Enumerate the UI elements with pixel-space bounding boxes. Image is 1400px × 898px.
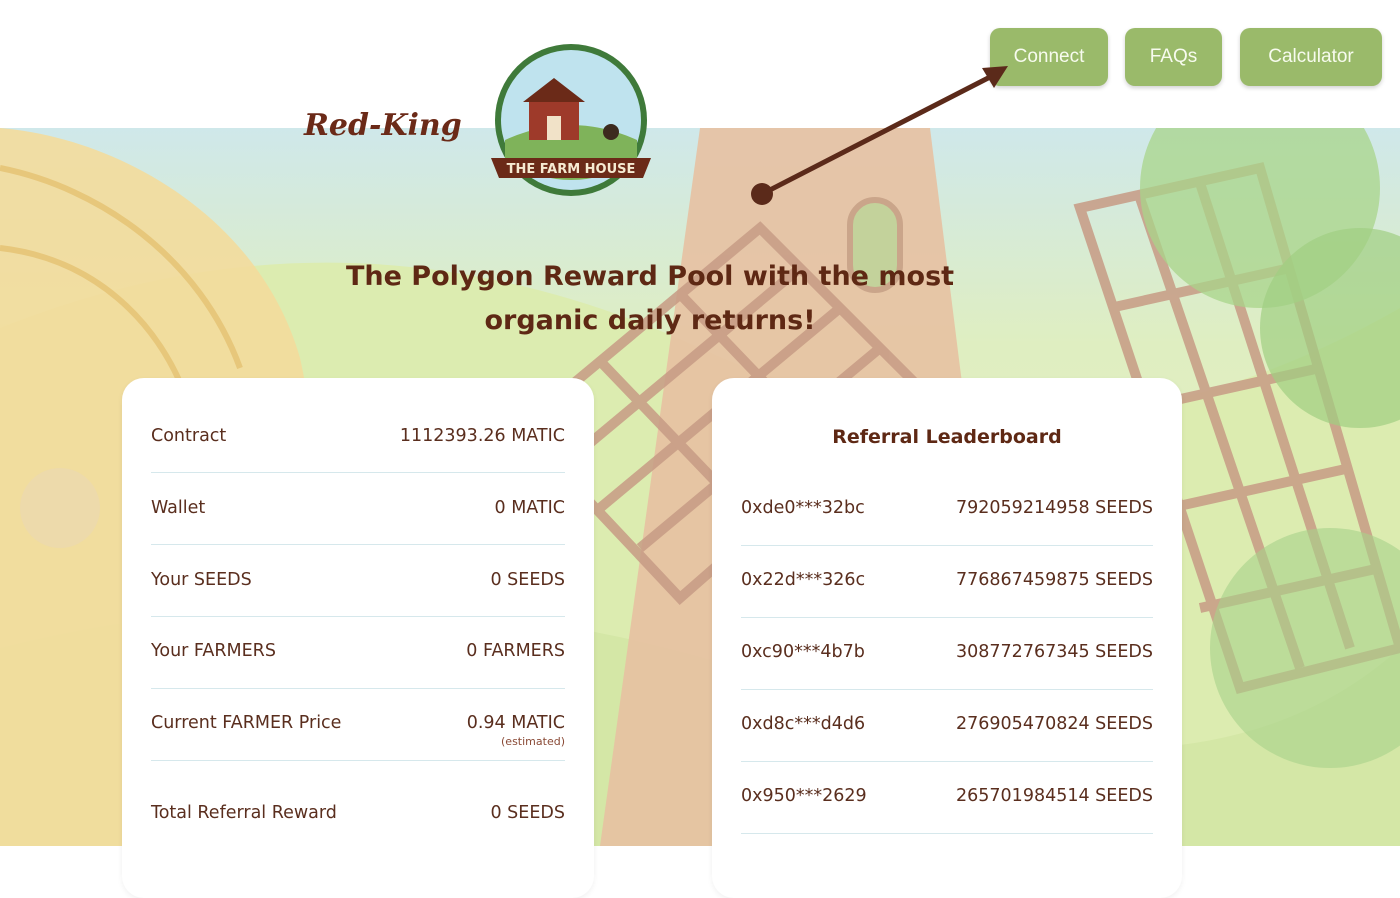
farm-house-logo: THE FARM HOUSE: [483, 40, 663, 200]
logo-text: THE FARM HOUSE: [507, 162, 636, 177]
arrow-pointer-icon: [751, 66, 1008, 205]
